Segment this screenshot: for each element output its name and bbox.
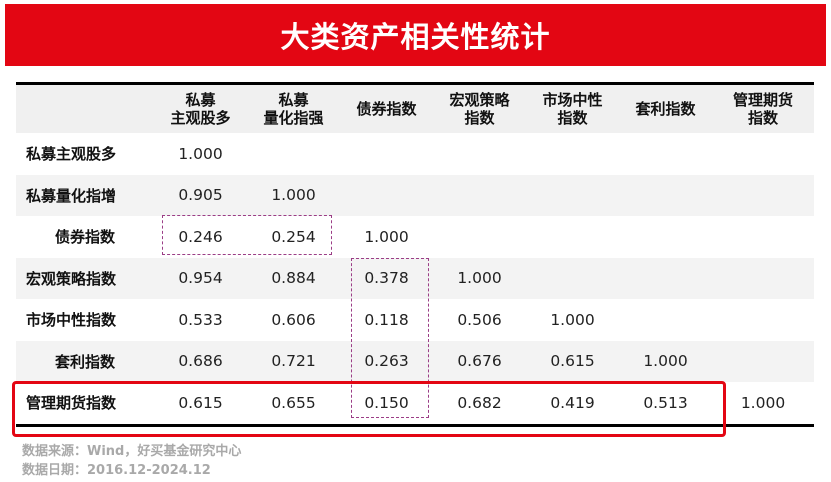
correlation-table-wrap: 私募 主观股多 私募 量化指强 债券指数 宏观策略 指数 市场中性 指数 套利指数 管理期货 指数 私… (16, 82, 814, 427)
correlation-value (712, 216, 814, 258)
correlation-value: 0.615 (178, 393, 223, 412)
correlation-value: 0.606 (271, 310, 316, 329)
correlation-value: 0.254 (271, 227, 316, 246)
correlation-value (526, 133, 619, 175)
correlation-value (619, 216, 712, 258)
correlation-value: 1.000 (643, 352, 688, 371)
correlation-value: 1.000 (271, 186, 316, 205)
correlation-value (712, 175, 814, 217)
correlation-value: 1.000 (550, 310, 595, 329)
row-label: 套利指数 (54, 352, 115, 371)
row-label: 宏观策略指数 (26, 269, 117, 288)
column-header-text: 指数 (464, 109, 495, 127)
correlation-value (247, 133, 340, 175)
table-row: 套利指数 0.686 0.721 0.263 0.676 0.615 1.000 (16, 340, 814, 383)
table-row: 私募量化指增 0.905 1.000 (16, 174, 814, 217)
correlation-value (619, 258, 712, 300)
column-header-text: 指数 (747, 109, 778, 127)
correlation-value: 0.682 (457, 393, 502, 412)
correlation-value: 0.884 (271, 269, 316, 288)
correlation-value: 0.506 (457, 310, 502, 329)
table-body: 私募主观股多 1.000 私募量化指增 0.905 1.000 债券指数 0.246 0.25… (16, 133, 814, 425)
column-header-text: 私募 (278, 91, 309, 109)
row-label: 私募量化指增 (26, 186, 117, 205)
column-header-4: 宏观策略 指数 (433, 84, 526, 134)
correlation-value: 1.000 (178, 144, 223, 163)
correlation-value: 1.000 (740, 393, 786, 412)
correlation-value: 0.533 (178, 310, 223, 329)
date-note: 数据日期：2016.12-2024.12 (22, 463, 211, 478)
correlation-value: 1.000 (457, 269, 502, 288)
column-header-5: 市场中性 指数 (526, 84, 619, 134)
correlation-value (526, 216, 619, 258)
column-header-text: 指数 (557, 109, 588, 127)
correlation-value: 0.954 (178, 269, 223, 288)
correlation-value: 0.721 (271, 352, 316, 371)
correlation-value (619, 133, 712, 175)
correlation-value: 0.905 (178, 186, 223, 205)
correlation-value (433, 175, 526, 217)
table-row: 债券指数 0.246 0.254 1.000 (16, 216, 814, 258)
correlation-value (526, 175, 619, 217)
correlation-value (619, 299, 712, 341)
correlation-value: 0.615 (550, 352, 595, 371)
column-header-text: 主观股多 (170, 109, 231, 127)
column-header-text: 套利指数 (635, 100, 696, 118)
correlation-table: 私募 主观股多 私募 量化指强 债券指数 宏观策略 指数 市场中性 指数 套利指数 管理期货 指数 私… (16, 82, 814, 427)
title-banner: 大类资产相关性统计 (5, 4, 826, 66)
row-label: 债券指数 (54, 228, 115, 247)
correlation-value: 0.655 (271, 393, 316, 412)
correlation-value: 0.118 (364, 310, 409, 329)
correlation-value: 0.686 (178, 352, 223, 371)
correlation-value (712, 299, 814, 341)
correlation-value (712, 133, 814, 175)
table-row: 私募主观股多 1.000 (16, 133, 814, 175)
correlation-value: 0.246 (178, 227, 223, 246)
correlation-value: 0.513 (643, 393, 688, 412)
table-header-row: 私募 主观股多 私募 量化指强 债券指数 宏观策略 指数 市场中性 指数 套利指数 管理期货 指数 (16, 83, 814, 134)
row-label: 管理期货指数 (26, 394, 117, 413)
page-title: 大类资产相关性统计 (280, 20, 551, 54)
row-label: 私募主观股多 (26, 145, 117, 164)
column-header-7: 管理期货 指数 (712, 84, 814, 134)
column-header-text: 量化指强 (263, 109, 324, 127)
correlation-value: 0.676 (457, 352, 502, 371)
column-header-text: 私募 (185, 91, 216, 109)
column-header-text: 市场中性 (542, 91, 603, 109)
correlation-value: 0.150 (364, 393, 409, 412)
column-header-text: 债券指数 (356, 100, 417, 118)
correlation-value: 0.378 (364, 269, 409, 288)
column-header-3: 债券指数 (340, 84, 433, 134)
correlation-value (433, 133, 526, 175)
column-header-text: 管理期货 (732, 91, 793, 109)
table-row: 宏观策略指数 0.954 0.884 0.378 1.000 (16, 257, 814, 300)
row-label: 市场中性指数 (26, 311, 117, 330)
correlation-value: 0.419 (550, 393, 595, 412)
column-header-6: 套利指数 (619, 84, 712, 134)
table-row: 市场中性指数 0.533 0.606 0.118 0.506 1.000 (16, 299, 814, 341)
correlation-value (340, 175, 433, 217)
correlation-value: 0.263 (364, 352, 409, 371)
correlation-value (712, 258, 814, 300)
correlation-value (433, 216, 526, 258)
correlation-value (526, 258, 619, 300)
correlation-value (619, 175, 712, 217)
correlation-value: 1.000 (364, 227, 409, 246)
column-header-text: 宏观策略 (449, 91, 510, 109)
column-header-2: 私募 量化指强 (247, 84, 340, 134)
correlation-value (712, 341, 814, 383)
corner-cell (16, 84, 154, 134)
correlation-value (340, 133, 433, 175)
table-row: 管理期货指数 0.615 0.655 0.150 0.682 0.419 0.513 1.00… (16, 382, 814, 425)
source-note: 数据来源：Wind，好买基金研究中心 (22, 444, 242, 459)
column-header-1: 私募 主观股多 (154, 84, 247, 134)
